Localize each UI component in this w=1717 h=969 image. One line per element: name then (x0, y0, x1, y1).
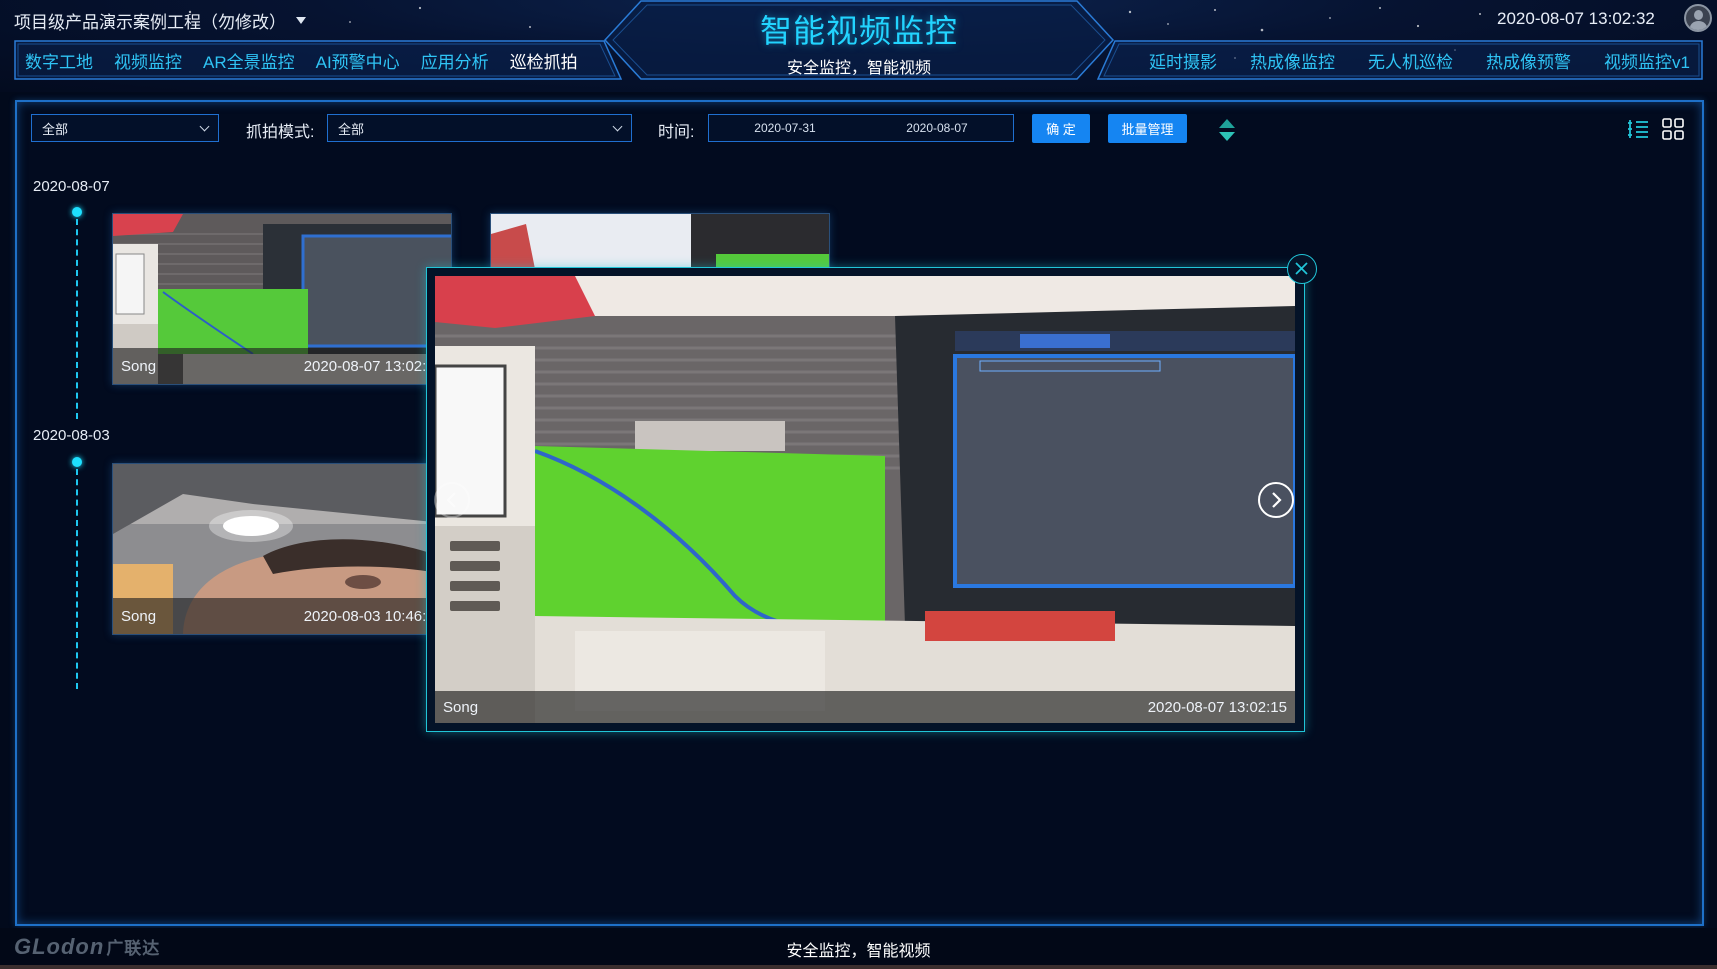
confirm-button[interactable]: 确 定 (1032, 114, 1090, 143)
date-range-picker[interactable]: 2020-07-31 2020-08-07 (708, 114, 1014, 142)
preview-image (435, 276, 1295, 723)
arrow-right-icon[interactable] (1258, 482, 1294, 518)
capture-mode-label: 抓拍模式: (246, 124, 315, 141)
current-datetime: 2020-08-07 13:02:32 (1497, 9, 1655, 28)
photo-preview-modal: Song 2020-08-07 13:02:15 (426, 267, 1305, 732)
photo-name: Song (121, 357, 157, 375)
capture-mode-value: 全部 (338, 121, 365, 137)
photo-caption: Song 2020-08-03 10:46:08 (113, 598, 451, 634)
nav-item-thermal-alert[interactable]: 热成像预警 (1486, 48, 1571, 73)
camera-select[interactable]: 全部 (31, 114, 219, 142)
preview-time: 2020-08-07 13:02:15 (1147, 698, 1287, 716)
timeline-dot (72, 457, 82, 467)
avatar-icon[interactable] (1684, 4, 1712, 32)
nav-item-thermal-monitor[interactable]: 热成像监控 (1250, 48, 1335, 73)
project-selector[interactable]: 项目级产品演示案例工程（勿修改） (14, 8, 306, 33)
date-end[interactable]: 2020-08-07 (861, 121, 1013, 135)
close-icon[interactable] (1287, 254, 1317, 284)
nav-item-analysis[interactable]: 应用分析 (421, 48, 489, 73)
preview-caption: Song 2020-08-07 13:02:15 (435, 691, 1295, 723)
group-date: 2020-08-03 (33, 427, 110, 444)
nav-item-video-monitor[interactable]: 视频监控 (114, 48, 182, 73)
grid-view-icon[interactable] (1662, 118, 1684, 140)
page-title: 智能视频监控 (759, 13, 958, 49)
sort-icon[interactable] (1218, 118, 1236, 142)
nav-item-inspection-capture[interactable]: 巡检抓拍 (510, 48, 578, 73)
capture-mode-select[interactable]: 全部 (327, 114, 632, 142)
timeline-dot (72, 207, 82, 217)
batch-manage-button[interactable]: 批量管理 (1108, 114, 1187, 143)
top-header: 项目级产品演示案例工程（勿修改） 数字工地 视频监控 AR全景监控 AI预警中心… (0, 0, 1717, 92)
project-name: 项目级产品演示案例工程（勿修改） (14, 13, 286, 32)
camera-select-value: 全部 (42, 121, 69, 137)
nav-item-ar-panorama[interactable]: AR全景监控 (203, 48, 295, 73)
preview-name: Song (443, 698, 479, 716)
arrow-left-icon[interactable] (434, 482, 470, 518)
nav-item-digital-site[interactable]: 数字工地 (25, 48, 93, 73)
nav-right: 延时摄影 热成像监控 无人机巡检 热成像预警 视频监控v1 (1097, 40, 1703, 80)
group-date: 2020-08-07 (33, 178, 110, 195)
nav-left: 数字工地 视频监控 AR全景监控 AI预警中心 应用分析 巡检抓拍 (14, 40, 622, 80)
footer-text: 安全监控，智能视频 (786, 943, 931, 960)
photo-time: 2020-08-07 13:02:15 (303, 357, 443, 375)
photo-caption: Song 2020-08-07 13:02:15 (113, 348, 451, 384)
nav-item-drone-inspection[interactable]: 无人机巡检 (1368, 48, 1453, 73)
timeline-line (76, 219, 78, 419)
photo-thumbnail[interactable]: Song 2020-08-07 13:02:15 (112, 213, 452, 385)
nav-left-items: 数字工地 视频监控 AR全景监控 AI预警中心 应用分析 巡检抓拍 (14, 40, 622, 80)
nav-right-items: 延时摄影 热成像监控 无人机巡检 热成像预警 视频监控v1 (1097, 40, 1703, 80)
page-subtitle: 安全监控，智能视频 (786, 60, 931, 77)
timeline-line (76, 469, 78, 689)
nav-item-timelapse[interactable]: 延时摄影 (1149, 48, 1217, 73)
nav-item-ai-alert[interactable]: AI预警中心 (316, 48, 400, 73)
preview-photo: Song 2020-08-07 13:02:15 (435, 276, 1295, 723)
chevron-down-icon (199, 121, 210, 132)
title-banner: 智能视频监控 安全监控，智能视频 (603, 0, 1115, 80)
photo-name: Song (121, 607, 157, 625)
list-view-icon[interactable] (1627, 118, 1649, 140)
date-start[interactable]: 2020-07-31 (709, 121, 861, 135)
footer-divider (0, 965, 1717, 969)
time-label: 时间: (658, 124, 695, 141)
photo-thumbnail[interactable]: Song 2020-08-03 10:46:08 (112, 463, 452, 635)
photo-time: 2020-08-03 10:46:08 (303, 607, 443, 625)
nav-item-video-monitor-v1[interactable]: 视频监控v1 (1604, 48, 1690, 73)
chevron-down-icon (612, 121, 623, 132)
caret-down-icon (296, 17, 306, 24)
